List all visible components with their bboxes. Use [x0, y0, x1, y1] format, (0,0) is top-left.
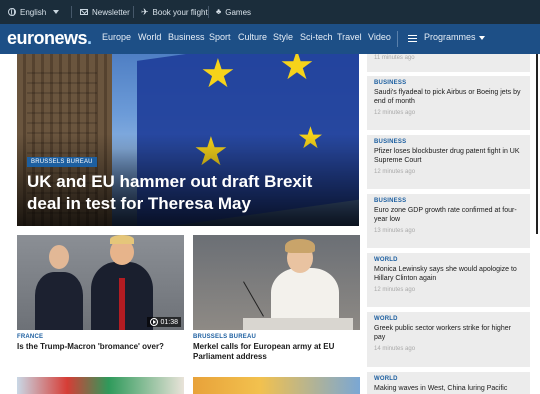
hero-category-badge[interactable]: BRUSSELS BUREAU — [27, 157, 97, 167]
duration-label: 01:38 — [160, 318, 178, 326]
plane-icon: ✈ — [141, 6, 149, 17]
item-title[interactable]: Euro zone GDP growth rate confirmed at f… — [374, 206, 523, 224]
nav-item-europe[interactable]: Europe — [102, 32, 131, 42]
nav-item-business[interactable]: Business — [168, 32, 205, 42]
divider — [133, 6, 134, 18]
logo-text: euronews — [7, 28, 88, 48]
language-selector[interactable]: English — [8, 0, 60, 24]
play-icon — [150, 318, 159, 326]
nav-item-culture[interactable]: Culture — [238, 32, 267, 42]
globe-icon — [8, 8, 16, 16]
sidebar-item[interactable]: WORLD Greek public sector workers strike… — [367, 312, 530, 367]
window-edge — [536, 54, 538, 234]
nav-item-world[interactable]: World — [138, 32, 161, 42]
divider — [397, 31, 398, 47]
sidebar-item-prev[interactable]: 11 minutes ago — [367, 54, 530, 72]
item-time: 12 minutes ago — [374, 287, 416, 293]
item-time: 11 minutes ago — [374, 55, 415, 61]
item-title[interactable]: Monica Lewinsky says she would apologize… — [374, 265, 523, 283]
chevron-down-icon — [478, 35, 485, 40]
divider — [208, 6, 209, 18]
video-duration: 01:38 — [147, 317, 181, 327]
nav-item-style[interactable]: Style — [273, 32, 293, 42]
newsletter-label: Newsletter — [92, 7, 130, 17]
item-category[interactable]: BUSINESS — [374, 139, 523, 145]
latest-news-sidebar: 11 minutes ago BUSINESS Saudi's flyadeal… — [367, 54, 530, 394]
item-time: 12 minutes ago — [374, 110, 416, 116]
hero-story[interactable]: ★ ★ ★ ★ BRUSSELS BUREAU UK and EU hammer… — [17, 54, 359, 226]
story-card-merkel[interactable]: BRUSSELS BUREAU Merkel calls for Europea… — [193, 235, 360, 362]
hair-shape — [285, 239, 315, 253]
games-label: Games — [225, 7, 252, 17]
item-time: 14 minutes ago — [374, 346, 416, 352]
story-title[interactable]: Merkel calls for European army at EU Par… — [193, 342, 360, 362]
programmes-menu[interactable]: Programmes — [424, 32, 485, 42]
item-title[interactable]: Making waves in West, China luring Pacif… — [374, 384, 523, 393]
hair-shape — [110, 235, 134, 244]
nav-item-video[interactable]: Video — [368, 32, 391, 42]
euronews-logo[interactable]: euronews. — [7, 28, 92, 49]
item-category[interactable]: BUSINESS — [374, 198, 523, 204]
book-flight-link[interactable]: ✈ Book your flight — [141, 0, 208, 24]
gamepad-icon: ♣ — [216, 7, 222, 16]
story-title[interactable]: Is the Trump-Macron 'bromance' over? — [17, 342, 184, 352]
podium-shape — [243, 318, 353, 330]
item-time: 12 minutes ago — [374, 169, 416, 175]
hero-headline[interactable]: UK and EU hammer out draft Brexit deal i… — [27, 171, 347, 215]
menu-icon[interactable] — [408, 35, 417, 42]
nav-item-travel[interactable]: Travel — [337, 32, 362, 42]
item-category[interactable]: BUSINESS — [374, 80, 523, 86]
item-time: 13 minutes ago — [374, 228, 416, 234]
main-navigation: euronews. Europe World Business Sport Cu… — [0, 24, 540, 54]
sidebar-item[interactable]: WORLD Monica Lewinsky says she would apo… — [367, 253, 530, 307]
divider — [71, 6, 72, 18]
chevron-down-icon — [53, 10, 60, 14]
star-icon: ★ — [279, 54, 315, 88]
item-category[interactable]: WORLD — [374, 376, 523, 382]
story-image[interactable] — [193, 235, 360, 330]
story-category[interactable]: BRUSSELS BUREAU — [193, 334, 360, 340]
item-title[interactable]: Pfizer loses blockbuster drug patent fig… — [374, 147, 523, 165]
story-card-trump-macron[interactable]: 01:38 FRANCE Is the Trump-Macron 'broman… — [17, 235, 184, 352]
story-image-partial[interactable] — [17, 377, 184, 394]
utility-bar: English Newsletter ✈ Book your flight ♣ … — [0, 0, 540, 24]
nav-item-sci-tech[interactable]: Sci-tech — [300, 32, 333, 42]
programmes-label: Programmes — [424, 32, 476, 42]
item-title[interactable]: Greek public sector workers strike for h… — [374, 324, 523, 342]
sidebar-item[interactable]: BUSINESS Pfizer loses blockbuster drug p… — [367, 135, 530, 189]
tie-shape — [119, 278, 125, 330]
newsletter-link[interactable]: Newsletter — [80, 0, 130, 24]
microphone-shape — [243, 281, 264, 317]
sidebar-item[interactable]: BUSINESS Saudi's flyadeal to pick Airbus… — [367, 76, 530, 130]
item-category[interactable]: WORLD — [374, 316, 523, 322]
logo-dot: . — [87, 28, 92, 48]
games-link[interactable]: ♣ Games — [216, 0, 251, 24]
star-icon: ★ — [200, 54, 236, 96]
story-image[interactable]: 01:38 — [17, 235, 184, 330]
story-category[interactable]: FRANCE — [17, 334, 184, 340]
figure-shape — [49, 245, 69, 269]
mail-icon — [80, 9, 88, 15]
figure-shape — [35, 272, 83, 330]
sidebar-item[interactable]: WORLD Making waves in West, China luring… — [367, 372, 530, 394]
nav-item-sport[interactable]: Sport — [209, 32, 231, 42]
story-image-partial[interactable] — [193, 377, 360, 394]
item-title[interactable]: Saudi's flyadeal to pick Airbus or Boein… — [374, 88, 523, 106]
item-category[interactable]: WORLD — [374, 257, 523, 263]
flight-label: Book your flight — [152, 7, 208, 17]
language-label: English — [20, 7, 47, 17]
sidebar-item[interactable]: BUSINESS Euro zone GDP growth rate confi… — [367, 194, 530, 248]
